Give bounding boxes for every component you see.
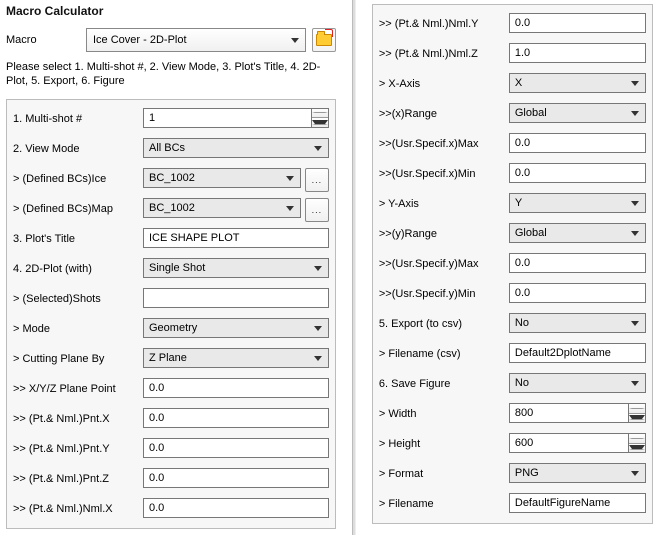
- fname-input[interactable]: DefaultFigureName: [509, 493, 646, 513]
- xaxis-label: > X-Axis: [379, 78, 509, 90]
- macro-select[interactable]: Ice Cover - 2D-Plot: [86, 28, 306, 52]
- column-separator: [352, 0, 356, 535]
- xaxis-select[interactable]: X: [509, 73, 646, 93]
- usrxmax-input[interactable]: 0.0: [509, 133, 646, 153]
- format-label: > Format: [379, 468, 509, 480]
- plottitle-label: 3. Plot's Title: [13, 233, 143, 245]
- spin-up[interactable]: [629, 404, 645, 414]
- fnamecsv-label: > Filename (csv): [379, 348, 509, 360]
- xyzpt-label: >> X/Y/Z Plane Point: [13, 383, 143, 395]
- fnamecsv-input[interactable]: Default2DplotName: [509, 343, 646, 363]
- savefig-label: 6. Save Figure: [379, 378, 509, 390]
- macro-row: Macro Ice Cover - 2D-Plot: [6, 28, 336, 52]
- plot2d-select[interactable]: Single Shot: [143, 258, 329, 278]
- nmlx-input[interactable]: 0.0: [143, 498, 329, 518]
- savefig-select[interactable]: No: [509, 373, 646, 393]
- defbcsmap-browse-button[interactable]: ...: [305, 198, 329, 222]
- yaxis-select[interactable]: Y: [509, 193, 646, 213]
- height-spinner[interactable]: 600: [509, 433, 646, 453]
- right-column: >> (Pt.& Nml.)Nml.Y 0.0 >> (Pt.& Nml.)Nm…: [366, 0, 659, 535]
- selshots-label: > (Selected)Shots: [13, 293, 143, 305]
- width-spinner[interactable]: 800: [509, 403, 646, 423]
- viewmode-label: 2. View Mode: [13, 143, 143, 155]
- open-folder-button[interactable]: [312, 28, 336, 52]
- pnty-label: >> (Pt.& Nml.)Pnt.Y: [13, 443, 143, 455]
- macro-label: Macro: [6, 34, 86, 46]
- pntx-input[interactable]: 0.0: [143, 408, 329, 428]
- mode-label: > Mode: [13, 323, 143, 335]
- xrange-label: >>(x)Range: [379, 108, 509, 120]
- description: Please select 1. Multi-shot #, 2. View M…: [6, 60, 336, 89]
- pntz-label: >> (Pt.& Nml.)Pnt.Z: [13, 473, 143, 485]
- usrymax-input[interactable]: 0.0: [509, 253, 646, 273]
- defbcsmap-select[interactable]: BC_1002: [143, 198, 301, 218]
- nmlz-input[interactable]: 1.0: [509, 43, 646, 63]
- parameters-panel-left: 1. Multi-shot # 1 2. View Mode All BCs >…: [6, 99, 336, 529]
- defbcsice-label: > (Defined BCs)Ice: [13, 173, 143, 185]
- spin-up[interactable]: [629, 434, 645, 444]
- usrymax-label: >>(Usr.Specif.y)Max: [379, 258, 509, 270]
- yaxis-label: > Y-Axis: [379, 198, 509, 210]
- plot2d-label: 4. 2D-Plot (with): [13, 263, 143, 275]
- left-column: Macro Calculator Macro Ice Cover - 2D-Pl…: [0, 0, 342, 535]
- exportcsv-select[interactable]: No: [509, 313, 646, 333]
- viewmode-select[interactable]: All BCs: [143, 138, 329, 158]
- yrange-select[interactable]: Global: [509, 223, 646, 243]
- spin-up[interactable]: [312, 109, 328, 119]
- folder-icon: [316, 34, 332, 46]
- mode-select[interactable]: Geometry: [143, 318, 329, 338]
- plottitle-input[interactable]: ICE SHAPE PLOT: [143, 228, 329, 248]
- cutplane-select[interactable]: Z Plane: [143, 348, 329, 368]
- usrxmin-label: >>(Usr.Specif.x)Min: [379, 168, 509, 180]
- fname-label: > Filename: [379, 498, 509, 510]
- spin-down[interactable]: [312, 118, 328, 127]
- usrymin-input[interactable]: 0.0: [509, 283, 646, 303]
- selshots-input[interactable]: [143, 288, 329, 308]
- spin-down[interactable]: [629, 414, 645, 423]
- pntz-input[interactable]: 0.0: [143, 468, 329, 488]
- nmly-input[interactable]: 0.0: [509, 13, 646, 33]
- format-select[interactable]: PNG: [509, 463, 646, 483]
- pnty-input[interactable]: 0.0: [143, 438, 329, 458]
- multishot-label: 1. Multi-shot #: [13, 113, 143, 125]
- parameters-panel-right: >> (Pt.& Nml.)Nml.Y 0.0 >> (Pt.& Nml.)Nm…: [372, 4, 653, 524]
- usrymin-label: >>(Usr.Specif.y)Min: [379, 288, 509, 300]
- usrxmax-label: >>(Usr.Specif.x)Max: [379, 138, 509, 150]
- xrange-select[interactable]: Global: [509, 103, 646, 123]
- page-title: Macro Calculator: [6, 4, 336, 18]
- xyzpt-input[interactable]: 0.0: [143, 378, 329, 398]
- multishot-spinner[interactable]: 1: [143, 108, 329, 128]
- usrxmin-input[interactable]: 0.0: [509, 163, 646, 183]
- pntx-label: >> (Pt.& Nml.)Pnt.X: [13, 413, 143, 425]
- defbcsmap-label: > (Defined BCs)Map: [13, 203, 143, 215]
- cutplane-label: > Cutting Plane By: [13, 353, 143, 365]
- height-label: > Height: [379, 438, 509, 450]
- yrange-label: >>(y)Range: [379, 228, 509, 240]
- macro-calculator: Macro Calculator Macro Ice Cover - 2D-Pl…: [0, 0, 659, 535]
- defbcsice-select[interactable]: BC_1002: [143, 168, 301, 188]
- nmlz-label: >> (Pt.& Nml.)Nml.Z: [379, 48, 509, 60]
- exportcsv-label: 5. Export (to csv): [379, 318, 509, 330]
- nmly-label: >> (Pt.& Nml.)Nml.Y: [379, 18, 509, 30]
- spin-down[interactable]: [629, 444, 645, 453]
- width-label: > Width: [379, 408, 509, 420]
- macro-select-value: Ice Cover - 2D-Plot: [93, 34, 187, 46]
- defbcsice-browse-button[interactable]: ...: [305, 168, 329, 192]
